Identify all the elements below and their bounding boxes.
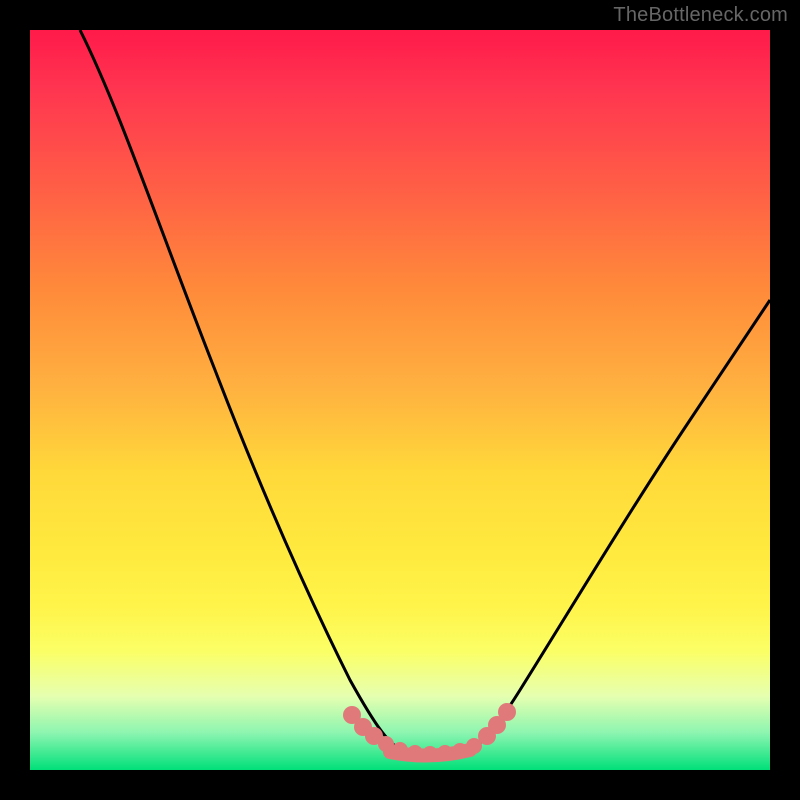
watermark-text: TheBottleneck.com bbox=[613, 4, 788, 27]
bottleneck-curve bbox=[80, 30, 770, 755]
plot-area bbox=[30, 30, 770, 770]
curve-layer bbox=[30, 30, 770, 770]
chart-frame: TheBottleneck.com bbox=[0, 0, 800, 800]
